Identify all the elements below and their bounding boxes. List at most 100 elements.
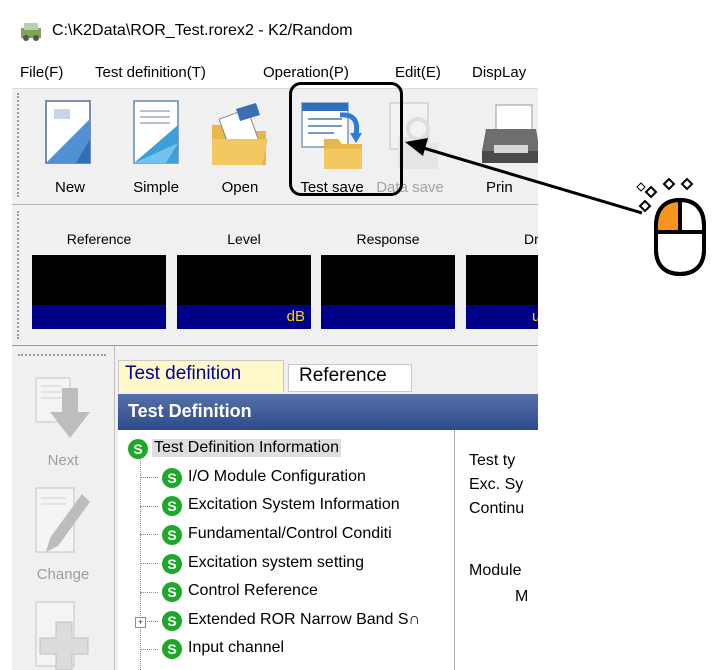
menu-bar: File(F) Test definition(T) Operation(P) … xyxy=(12,58,538,89)
tab-bar: Test definition Reference xyxy=(118,360,538,394)
tree-connector xyxy=(140,477,158,478)
pencil-icon xyxy=(35,487,90,553)
meter-label-drive: Dri xyxy=(524,231,538,247)
side-grip[interactable] xyxy=(18,354,106,356)
tree-item-label: Fundamental/Control Conditi xyxy=(188,525,392,542)
expand-icon[interactable]: + xyxy=(135,617,146,628)
response-meter: Response xyxy=(321,231,455,329)
meter-display xyxy=(466,255,538,305)
new-document-icon xyxy=(45,100,91,164)
print-label: Prin xyxy=(486,179,513,196)
detail-test-type: Test ty xyxy=(469,452,516,469)
status-s-icon: S xyxy=(162,525,182,545)
tree-item-excitation-system-information[interactable]: S Excitation System Information xyxy=(162,493,452,521)
tree-connector xyxy=(140,534,158,535)
status-s-icon: S xyxy=(162,582,182,602)
tree-item-label: Excitation System Information xyxy=(188,496,400,513)
tab-test-definition[interactable]: Test definition xyxy=(118,360,284,392)
next-label: Next xyxy=(47,452,79,469)
toolbar-grip[interactable] xyxy=(17,93,21,197)
status-s-icon: S xyxy=(162,468,182,488)
detail-m: M xyxy=(515,588,529,605)
tree-item-label: I/O Module Configuration xyxy=(188,468,366,485)
status-s-icon: S xyxy=(162,639,182,659)
tree-item-excitation-system-setting[interactable]: S Excitation system setting xyxy=(162,551,452,579)
printer-icon xyxy=(482,104,538,163)
test-definition-tree: + S Test Definition Information S I/O Mo… xyxy=(118,430,455,670)
tab-reference[interactable]: Reference xyxy=(288,364,412,392)
detail-pane: Test ty Exc. Sy Continu Module M xyxy=(455,430,538,670)
meter-display xyxy=(32,255,166,305)
k2-app-icon xyxy=(21,23,41,41)
add-button[interactable] xyxy=(22,600,104,670)
meter-display xyxy=(321,255,455,305)
app-window: C:\K2Data\ROR_Test.rorex2 - K2/Random Fi… xyxy=(12,0,538,670)
main-area: Next Change Test definition Reference Te… xyxy=(12,346,538,670)
monitor-grip[interactable] xyxy=(17,211,21,339)
menu-file[interactable]: File(F) xyxy=(20,64,63,81)
menu-display[interactable]: DispLay xyxy=(472,64,526,81)
menu-edit[interactable]: Edit(E) xyxy=(395,64,441,81)
meter-label-level: Level xyxy=(227,231,261,247)
status-s-icon: S xyxy=(162,554,182,574)
meter-label-response: Response xyxy=(356,231,420,247)
plus-icon xyxy=(35,601,89,670)
meter-unit: u xyxy=(532,308,538,325)
tree-connector xyxy=(140,506,158,507)
change-label: Change xyxy=(36,566,90,583)
window-title: C:\K2Data\ROR_Test.rorex2 - K2/Random xyxy=(52,22,353,39)
next-button[interactable]: Next xyxy=(22,376,104,476)
meter-unit-bar: dB xyxy=(177,305,311,329)
menu-operation[interactable]: Operation(P) xyxy=(263,64,349,81)
tree-connector xyxy=(140,592,158,593)
tree-item-label: Extended ROR Narrow Band S∩ xyxy=(188,611,421,628)
open-folder-icon xyxy=(212,103,268,165)
tree-connector xyxy=(140,649,158,650)
print-button[interactable]: Prin xyxy=(470,95,538,197)
open-label: Open xyxy=(221,179,259,196)
simple-label: Simple xyxy=(133,179,179,196)
status-s-icon: S xyxy=(162,496,182,516)
detail-module: Module xyxy=(469,562,522,579)
tree-item-label: Control Reference xyxy=(188,582,318,599)
simple-document-icon xyxy=(133,100,179,164)
status-s-icon: S xyxy=(128,439,148,459)
next-arrow-icon xyxy=(35,377,90,438)
test-save-highlight xyxy=(289,82,403,196)
tree-item-label: Excitation system setting xyxy=(188,554,365,571)
tree-item-extended-ror-narrow-band[interactable]: S Extended ROR Narrow Band S∩ xyxy=(162,608,452,636)
panel-title: Test Definition xyxy=(128,401,252,421)
menu-test-definition[interactable]: Test definition(T) xyxy=(95,64,206,81)
new-button[interactable]: New xyxy=(32,95,108,197)
reference-meter: Reference xyxy=(32,231,166,329)
tree-item-io-module-configuration[interactable]: S I/O Module Configuration xyxy=(162,465,452,493)
change-button[interactable]: Change xyxy=(22,486,104,586)
meter-unit-bar xyxy=(321,305,455,329)
mouse-left-click-icon xyxy=(636,177,706,276)
detail-continue: Continu xyxy=(469,500,525,517)
detail-exc-system: Exc. Sy xyxy=(469,476,524,493)
meter-label-reference: Reference xyxy=(66,231,132,247)
status-s-icon: S xyxy=(162,611,182,631)
tree-item-label: Input channel xyxy=(188,639,285,656)
panel-header: Test Definition xyxy=(118,394,538,430)
monitor-panel: Reference Level dB Response Dri u xyxy=(12,205,538,346)
level-meter: Level dB xyxy=(177,231,311,329)
open-button[interactable]: Open xyxy=(202,95,278,197)
tree-item-label: Test Definition Information xyxy=(152,439,341,457)
new-label: New xyxy=(54,179,85,196)
meter-unit-bar xyxy=(32,305,166,329)
tree-item-input-channel[interactable]: S Input channel xyxy=(162,636,452,664)
simple-button[interactable]: Simple xyxy=(118,95,194,197)
drive-meter: Dri u xyxy=(466,231,538,329)
title-bar: C:\K2Data\ROR_Test.rorex2 - K2/Random xyxy=(12,0,538,58)
meter-unit: dB xyxy=(286,308,305,325)
tree-item-test-definition-information[interactable]: S Test Definition Information xyxy=(128,436,448,464)
tree-item-control-reference[interactable]: S Control Reference xyxy=(162,579,452,607)
side-toolbar: Next Change xyxy=(12,346,115,670)
tree-connector xyxy=(140,563,158,564)
tree-item-fundamental-control-conditions[interactable]: S Fundamental/Control Conditi xyxy=(162,522,452,550)
meter-unit-bar: u xyxy=(466,305,538,329)
meter-display xyxy=(177,255,311,305)
toolbar: New Simple Open Test save Data save Prin xyxy=(12,89,538,205)
